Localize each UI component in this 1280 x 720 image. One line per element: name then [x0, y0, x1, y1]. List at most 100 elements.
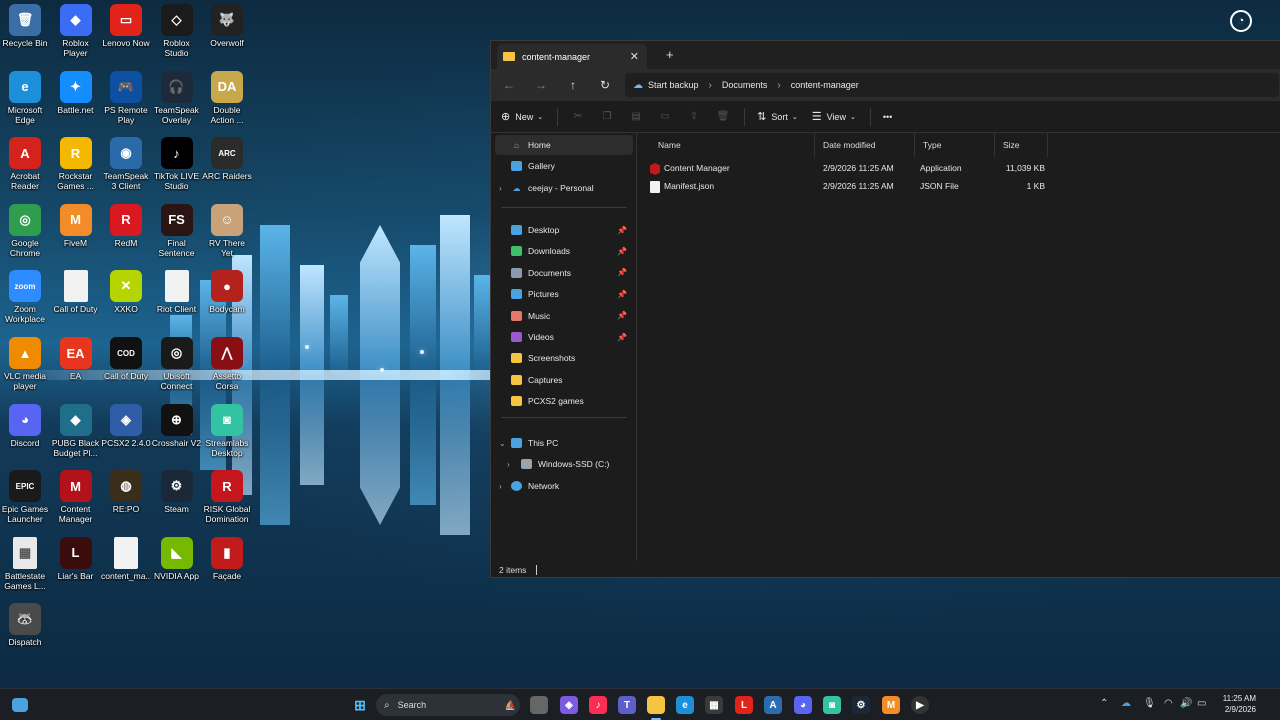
desktop-icon[interactable]: ▮ Façade [202, 536, 252, 581]
view-button[interactable]: ☰ View ⌄ [812, 110, 856, 123]
desktop-icon[interactable]: zoom Zoom Workplace [0, 270, 50, 324]
chevron-down-icon[interactable]: ⌄ [499, 439, 506, 448]
pin-icon[interactable]: 📌 [617, 226, 627, 235]
desktop-icon[interactable]: 🎮 PS Remote Play [101, 70, 151, 125]
close-tab-icon[interactable]: ✕ [630, 50, 639, 63]
teams-icon[interactable]: T [618, 696, 636, 714]
desktop-icon[interactable]: 🎧 TeamSpeak Overlay [152, 70, 202, 125]
breadcrumb-content-manager[interactable]: content-manager [791, 80, 859, 90]
nav-quick-access-item[interactable]: Screenshots [495, 348, 633, 368]
desktop-icon[interactable]: Riot Client [152, 270, 202, 314]
desktop-icon[interactable]: e Microsoft Edge [0, 70, 50, 125]
media-player-taskbar-icon[interactable]: ▶ [911, 696, 929, 714]
column-name[interactable]: Name [650, 133, 815, 157]
desktop-icon[interactable]: L Liar's Bar [51, 536, 101, 581]
nav-quick-access-item[interactable]: Captures [495, 370, 633, 390]
discord-taskbar-icon[interactable]: ◕ [794, 696, 812, 714]
nav-quick-access-item[interactable]: Documents 📌 [495, 263, 633, 283]
desktop-icon[interactable]: EA EA [51, 337, 101, 381]
desktop-icon[interactable]: ⚙ Steam [152, 470, 202, 514]
steam-taskbar-icon[interactable]: ⚙ [852, 696, 870, 714]
desktop-icon[interactable]: ◈ PCSX2 2.4.0 [101, 403, 151, 448]
desktop-icon[interactable]: ▦ Battlestate Games L... [0, 536, 50, 591]
desktop-icon[interactable]: M FiveM [51, 203, 101, 248]
wifi-icon[interactable]: ◠ [1164, 698, 1173, 709]
nav-quick-access-item[interactable]: Desktop 📌 [495, 220, 633, 240]
chevron-right-icon[interactable]: › [777, 80, 780, 91]
desktop-icon[interactable]: ◙ Streamlabs Desktop [202, 403, 252, 458]
more-options-button[interactable]: ••• [883, 112, 892, 122]
nav-this-pc[interactable]: ⌄ This PC [495, 433, 633, 453]
desktop-icon[interactable]: ◆ Roblox Player [51, 4, 101, 58]
search-box[interactable]: ⌕ Search ⛵ [376, 694, 520, 716]
volume-icon[interactable]: 🔊 [1180, 698, 1192, 709]
desktop-icon[interactable]: 🦝 Dispatch [0, 603, 50, 647]
new-button[interactable]: ⊕ New ⌄ [501, 110, 543, 123]
back-button[interactable]: ← [493, 78, 525, 92]
nav-network[interactable]: › Network [495, 476, 633, 496]
desktop-icon[interactable]: COD Call of Duty [101, 337, 151, 381]
pin-icon[interactable]: 📌 [617, 290, 627, 299]
desktop-icon[interactable]: FS Final Sentence [152, 203, 202, 258]
battery-icon[interactable]: ▭ [1197, 698, 1206, 709]
desktop-icon[interactable]: 🐺 Overwolf [202, 4, 252, 48]
desktop-icon[interactable]: ◕ Discord [0, 403, 50, 448]
desktop-icon[interactable]: R RedM [101, 203, 151, 248]
pin-icon[interactable]: 📌 [617, 247, 627, 256]
desktop-icon[interactable]: ⊕ Crosshair V2 [152, 403, 202, 448]
desktop-icon[interactable]: A Acrobat Reader [0, 137, 50, 191]
nav-quick-access-item[interactable]: Music 📌 [495, 306, 633, 326]
desktop-icon[interactable]: M Content Manager [51, 470, 101, 524]
desktop-icon[interactable]: ● Bodycam [202, 270, 252, 314]
desktop-icon[interactable]: ◣ NVIDIA App [152, 536, 202, 581]
lenovo-taskbar-icon[interactable]: L [735, 696, 753, 714]
desktop-icon[interactable]: ◉ TeamSpeak 3 Client [101, 137, 151, 191]
new-tab-button[interactable]: + [666, 47, 674, 62]
desktop-icon[interactable]: R Rockstar Games ... [51, 137, 101, 191]
desktop-icon[interactable]: ◆ PUBG Black Budget Pl... [51, 403, 101, 458]
chevron-right-icon[interactable]: › [499, 482, 502, 491]
desktop-icon[interactable]: ☺ RV There Yet [202, 203, 252, 258]
column-size[interactable]: Size [995, 133, 1048, 157]
column-date-modified[interactable]: Date modified [815, 133, 915, 157]
edge-taskbar-icon[interactable]: e [676, 696, 694, 714]
desktop-icon[interactable]: ◎ Ubisoft Connect [152, 337, 202, 391]
up-button[interactable]: ↑ [557, 78, 589, 92]
streamlabs-taskbar-icon[interactable]: ◙ [823, 696, 841, 714]
chevron-up-icon[interactable]: ⌃ [1100, 698, 1108, 709]
desktop-icon[interactable]: ARC ARC Raiders [202, 137, 252, 181]
nav-quick-access-item[interactable]: Downloads 📌 [495, 241, 633, 261]
nav-quick-access-item[interactable]: Videos 📌 [495, 327, 633, 347]
share-icon[interactable]: ⇪ [686, 111, 702, 123]
chevron-right-icon[interactable]: › [499, 184, 502, 193]
copy-icon[interactable]: ❐ [599, 111, 615, 123]
nav-windows-ssd[interactable]: › Windows-SSD (C:) [495, 454, 633, 474]
forward-button[interactable]: → [525, 78, 557, 92]
nav-quick-access-item[interactable]: PCXS2 games [495, 391, 633, 411]
paste-icon[interactable]: ▤ [628, 111, 644, 123]
launcher-taskbar-icon[interactable]: A [764, 696, 782, 714]
start-button[interactable]: ⊞ [351, 696, 369, 714]
breadcrumb-start-backup[interactable]: Start backup [648, 80, 699, 90]
desktop-icon[interactable]: ✦ Battle.net [51, 70, 101, 115]
nav-onedrive[interactable]: › ☁ ceejay - Personal [495, 178, 633, 198]
sort-button[interactable]: ⇅ Sort ⌄ [757, 110, 798, 123]
desktop-icon[interactable]: content_ma... [101, 536, 151, 581]
breadcrumb-documents[interactable]: Documents [722, 80, 768, 90]
cut-icon[interactable]: ✂ [570, 111, 586, 123]
microsoft-store-icon[interactable]: ▦ [705, 696, 723, 714]
pin-icon[interactable]: 📌 [617, 311, 627, 320]
chevron-right-icon[interactable]: › [709, 80, 712, 91]
refresh-button[interactable]: ↻ [589, 78, 621, 92]
task-view-icon[interactable] [530, 696, 548, 714]
rename-icon[interactable]: ▭ [657, 111, 673, 123]
desktop-icon[interactable]: ◍ RE:PO [101, 470, 151, 514]
pin-icon[interactable]: 📌 [617, 268, 627, 277]
desktop-icon[interactable]: DA Double Action ... [202, 70, 252, 125]
nav-home[interactable]: ⌂ Home [495, 135, 633, 155]
desktop-icon[interactable]: 🗑 Recycle Bin [0, 4, 50, 48]
desktop-icon[interactable]: ◇ Roblox Studio [152, 4, 202, 58]
delete-icon[interactable]: 🗑 [715, 111, 731, 123]
widgets-icon[interactable] [12, 698, 28, 712]
pin-icon[interactable]: 📌 [617, 333, 627, 342]
